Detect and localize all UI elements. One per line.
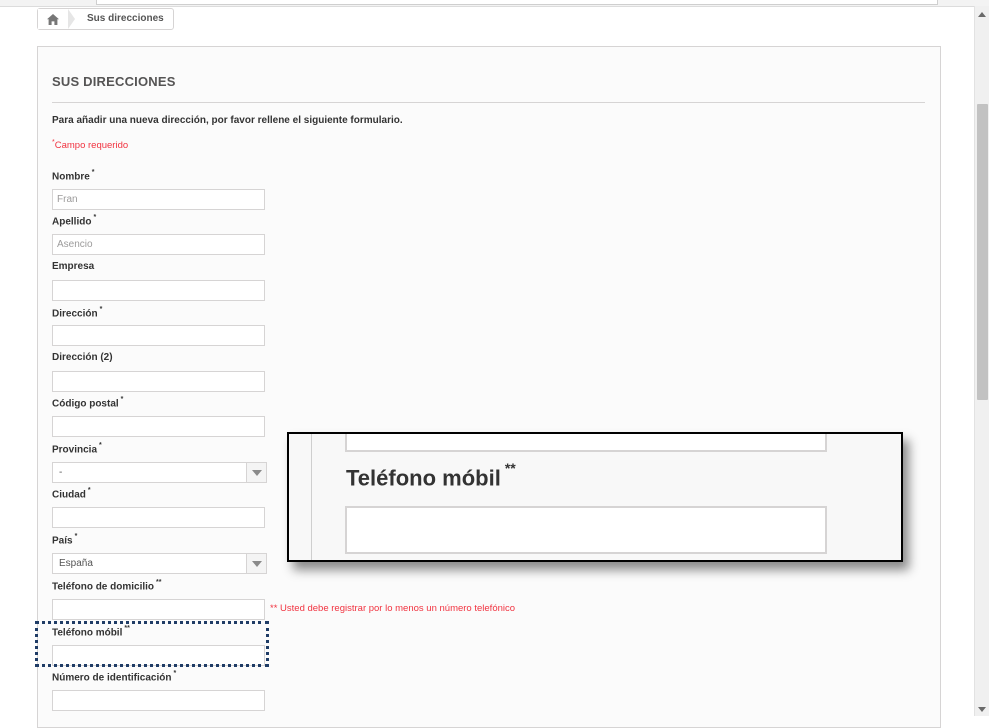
page-title: SUS DIRECCIONES xyxy=(52,74,176,89)
scroll-up-icon[interactable] xyxy=(978,12,986,17)
numero-identificacion-label-text: Número de identificación xyxy=(52,672,172,684)
direccion2-label: Dirección (2) xyxy=(52,352,113,363)
apellido-value: Asencio xyxy=(57,239,93,250)
numero-identificacion-required-mark: * xyxy=(173,670,177,677)
ciudad-input[interactable] xyxy=(52,507,265,528)
apellido-required-mark: * xyxy=(93,214,97,221)
provincia-label: Provincia * xyxy=(52,442,102,456)
direccion-label: Dirección * xyxy=(52,306,103,320)
direccion2-input[interactable] xyxy=(52,371,265,392)
ciudad-required-mark: * xyxy=(87,487,91,494)
vertical-scrollbar[interactable] xyxy=(974,6,989,716)
pais-selected: España xyxy=(59,558,93,569)
direccion-label-text: Dirección xyxy=(52,308,98,320)
breadcrumb-current: Sus direcciones xyxy=(87,13,164,24)
empresa-label: Empresa xyxy=(52,261,94,272)
pais-required-mark: * xyxy=(74,533,78,540)
home-icon xyxy=(47,13,59,25)
chevron-down-icon[interactable] xyxy=(246,463,266,482)
required-note-text: Campo requerido xyxy=(54,140,129,152)
zoom-label: Teléfono móbil ** xyxy=(346,460,516,491)
breadcrumb-home-link[interactable] xyxy=(38,9,68,29)
provincia-select[interactable]: - xyxy=(52,462,267,483)
required-field-note: *Campo requerido xyxy=(52,139,128,151)
telefono-domicilio-required-mark: ** xyxy=(156,579,162,586)
provincia-selected: - xyxy=(59,467,63,478)
direccion-input[interactable] xyxy=(52,325,265,346)
nombre-input[interactable]: Fran xyxy=(52,189,265,210)
pais-label: País * xyxy=(52,533,78,547)
codigo-postal-input[interactable] xyxy=(52,416,265,437)
provincia-label-text: Provincia xyxy=(52,444,98,456)
zoom-mobile-input xyxy=(345,506,827,554)
scroll-down-icon[interactable] xyxy=(978,707,986,712)
zoom-previous-input xyxy=(345,434,827,452)
direccion-required-mark: * xyxy=(99,306,103,313)
numero-identificacion-label: Número de identificación * xyxy=(52,670,177,684)
empresa-input[interactable] xyxy=(52,280,265,301)
codigo-postal-label-text: Código postal xyxy=(52,398,119,410)
nombre-label: Nombre * xyxy=(52,169,95,183)
zoom-label-text: Teléfono móbil xyxy=(346,465,501,491)
nombre-value: Fran xyxy=(57,194,78,205)
apellido-label: Apellido * xyxy=(52,214,97,228)
breadcrumb: Sus direcciones xyxy=(37,8,174,30)
apellido-label-text: Apellido xyxy=(52,216,92,228)
browser-top-strip xyxy=(0,0,989,7)
codigo-postal-required-mark: * xyxy=(120,396,124,403)
empresa-label-text: Empresa xyxy=(52,261,95,272)
title-divider xyxy=(52,102,925,103)
codigo-postal-label: Código postal * xyxy=(52,396,124,410)
telefono-domicilio-label-text: Teléfono de domicilio xyxy=(52,581,155,593)
phone-requirement-note: ** Usted debe registrar por lo menos un … xyxy=(270,603,516,614)
address-bar-edge[interactable] xyxy=(96,0,938,5)
scrollbar-thumb[interactable] xyxy=(977,104,988,400)
zoom-callout: Teléfono móbil ** xyxy=(287,432,903,562)
pais-select[interactable]: España xyxy=(52,553,267,574)
numero-identificacion-input[interactable] xyxy=(52,690,265,711)
nombre-label-text: Nombre xyxy=(52,171,90,183)
direccion2-label-text: Dirección (2) xyxy=(52,352,113,363)
telefono-domicilio-input[interactable] xyxy=(52,599,265,620)
mobile-phone-highlight xyxy=(35,621,269,667)
provincia-required-mark: * xyxy=(99,442,102,449)
chevron-down-icon[interactable] xyxy=(246,554,266,573)
ciudad-label: Ciudad * xyxy=(52,487,91,501)
telefono-domicilio-label: Teléfono de domicilio ** xyxy=(52,579,162,593)
apellido-input[interactable]: Asencio xyxy=(52,234,265,255)
ciudad-label-text: Ciudad xyxy=(52,489,86,501)
breadcrumb-separator xyxy=(68,9,75,29)
form-intro: Para añadir una nueva dirección, por fav… xyxy=(52,115,403,126)
zoom-label-mark: ** xyxy=(504,460,516,476)
nombre-required-mark: * xyxy=(91,169,95,176)
zoom-panel-edge xyxy=(311,434,312,560)
pais-label-text: País xyxy=(52,535,73,547)
